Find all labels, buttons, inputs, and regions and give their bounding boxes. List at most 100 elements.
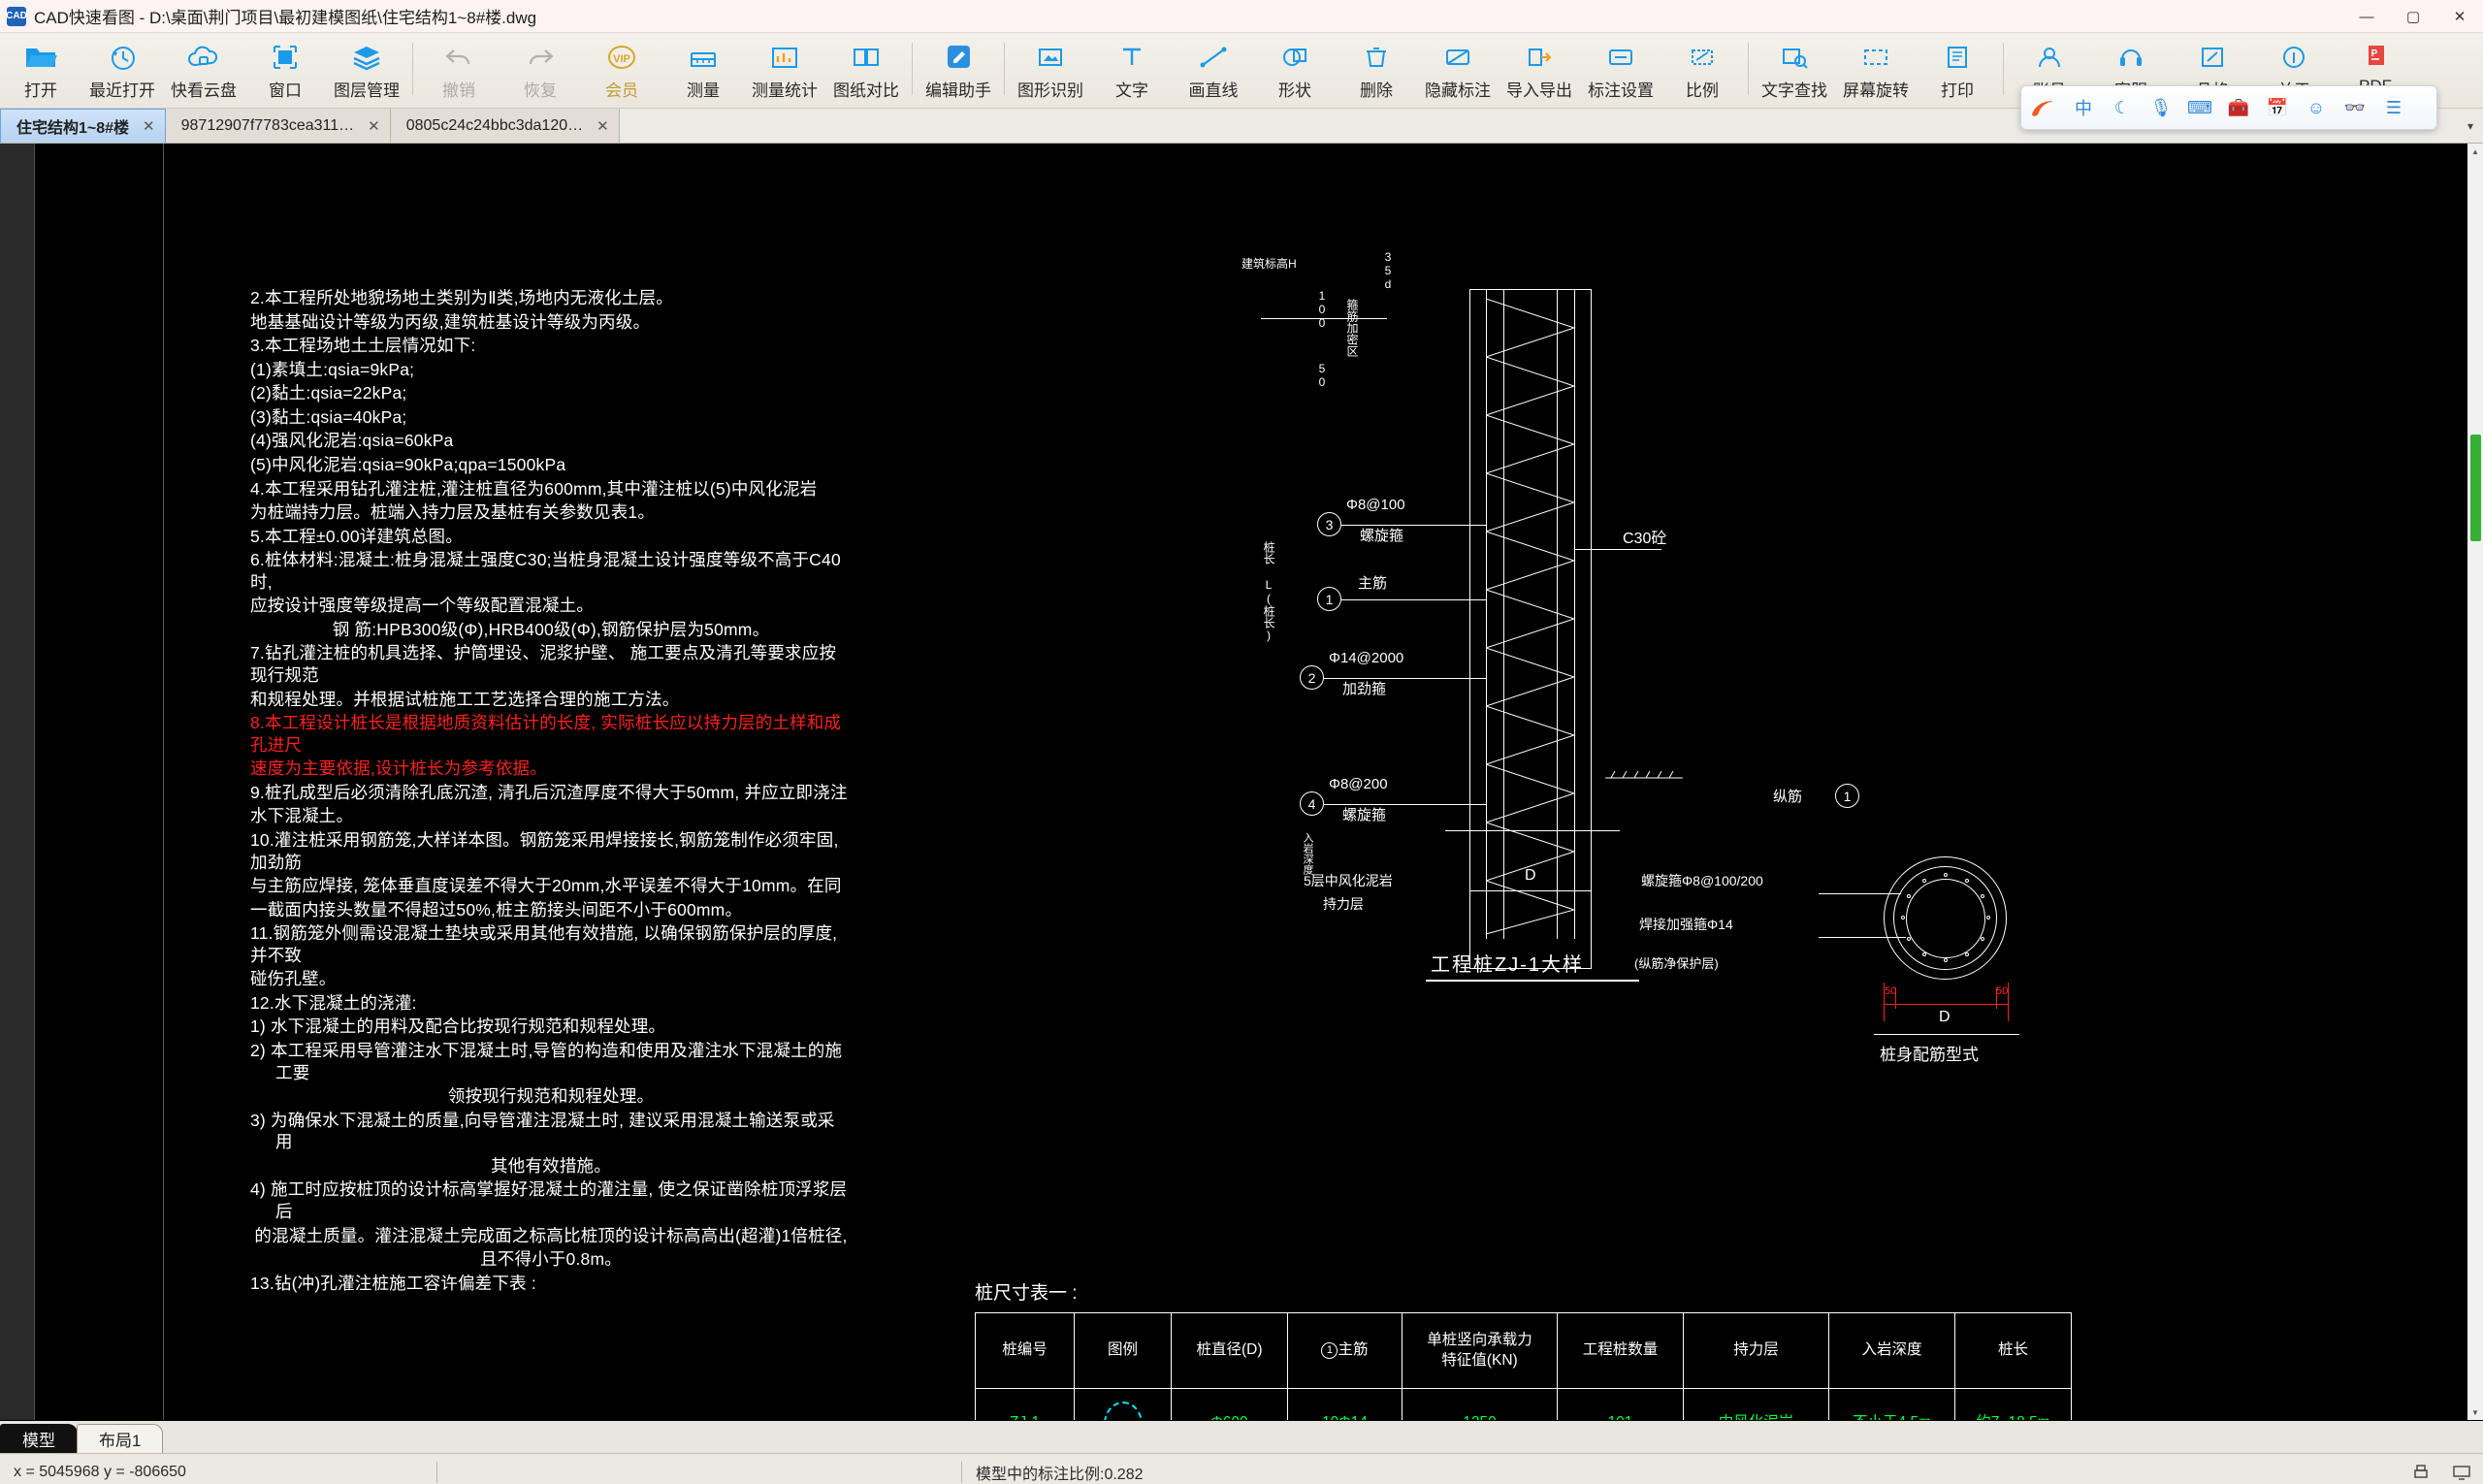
ime-chinese-toggle[interactable]: 中 bbox=[2064, 85, 2103, 130]
dim-D-label: D bbox=[1525, 867, 1536, 884]
undo-icon bbox=[443, 40, 474, 75]
rock-depth-label: 入岩深度 bbox=[1302, 832, 1313, 875]
toolbar-delete[interactable]: 删除 bbox=[1336, 33, 1417, 108]
window-controls: — ▢ ✕ bbox=[2343, 0, 2483, 33]
toolbar-scale[interactable]: 比例 bbox=[1661, 33, 1743, 108]
toolbar-measure-stats[interactable]: 测量统计 bbox=[744, 33, 825, 108]
cover-left-label: 50 bbox=[1885, 985, 1897, 997]
maximize-button[interactable]: ▢ bbox=[2390, 0, 2436, 33]
toolbar-text[interactable]: 文字 bbox=[1091, 33, 1173, 108]
toolbar-recent[interactable]: 最近打开 bbox=[81, 33, 163, 108]
sogou-logo-icon[interactable] bbox=[2021, 85, 2064, 130]
drawing-note-20: 10.灌注桩采用钢筋笼,大样详本图。钢筋笼采用焊接接长,钢筋笼制作必须牢固,加劲… bbox=[250, 829, 839, 872]
toolbar-text-search[interactable]: 文字查找 bbox=[1754, 33, 1835, 108]
section-detail-title: 桩身配筋型式 bbox=[1880, 1046, 1979, 1064]
drawing-note-2: 3.本工程场地土土层情况如下: bbox=[250, 336, 476, 356]
toolbar-vip[interactable]: VIP 会员 bbox=[581, 33, 662, 108]
toolbar-redo[interactable]: 恢复 bbox=[500, 33, 581, 108]
document-tab-0[interactable]: 住宅结构1~8#楼 ✕ bbox=[0, 109, 166, 143]
drawing-note-24: 碰伤孔壁。 bbox=[250, 969, 337, 989]
toolbar-import-export-label: 导入导出 bbox=[1506, 81, 1572, 100]
layout-tab-model[interactable]: 模型 bbox=[0, 1424, 78, 1453]
chevron-down-icon[interactable]: ▾ bbox=[2458, 109, 2483, 143]
toolbar-shape[interactable]: 形状 bbox=[1254, 33, 1336, 108]
vertical-scrollbar-thumb[interactable] bbox=[2470, 435, 2481, 541]
calendar-icon[interactable]: 📅 bbox=[2258, 85, 2297, 130]
scroll-down-arrow-icon[interactable]: ▼ bbox=[2467, 1404, 2483, 1420]
pile-section-detail: 1 纵筋 螺旋箍Φ8@100/200 焊接加强箍Φ14 (纵筋净保护层) 50 … bbox=[1634, 764, 2367, 1094]
layout-tab-layout1[interactable]: 布局1 bbox=[77, 1424, 164, 1453]
keyboard-icon[interactable]: ⌨ bbox=[2180, 85, 2219, 130]
leader-line-c30 bbox=[1574, 549, 1661, 550]
ime-moon-icon[interactable]: ☾ bbox=[2103, 85, 2142, 130]
print-icon bbox=[1943, 40, 1972, 75]
drawing-note-14: 7.钻孔灌注桩的机具选择、护筒埋设、泥浆护壁、 施工要点及清孔等要求应按现行规范 bbox=[250, 643, 837, 685]
toolbar-compare[interactable]: 图纸对比 bbox=[825, 33, 907, 108]
printer-status-icon[interactable] bbox=[2409, 1461, 2433, 1484]
vertical-scrollbar[interactable]: ▲ ▼ bbox=[2467, 144, 2483, 1420]
drawing-note-25: 12.水下混凝土的浇灌: bbox=[250, 992, 417, 1013]
status-bar: x = 5045968 y = -806650 模型中的标注比例:0.282 bbox=[0, 1453, 2483, 1484]
drawing-note-8: 4.本工程采用钻孔灌注桩,灌注桩直径为600mm,其中灌注桩以(5)中风化泥岩 bbox=[250, 478, 818, 499]
toolbar-print[interactable]: 打印 bbox=[1917, 33, 1998, 108]
toolbar-edit-assistant-label: 编辑助手 bbox=[925, 81, 991, 100]
toolbar-annotation-settings[interactable]: 标注设置 bbox=[1580, 33, 1661, 108]
toolbar-window[interactable]: 窗口 bbox=[244, 33, 326, 108]
toolbar-screen-rotate[interactable]: 屏幕旋转 bbox=[1835, 33, 1917, 108]
pile-right-edge bbox=[1591, 289, 1592, 968]
document-tab-2-close-icon[interactable]: ✕ bbox=[597, 117, 609, 135]
toolbar-edit-assistant[interactable]: 编辑助手 bbox=[918, 33, 999, 108]
toolbar-import-export[interactable]: 导入导出 bbox=[1499, 33, 1580, 108]
toolbar-shape-recognize[interactable]: 图形识别 bbox=[1010, 33, 1091, 108]
document-tab-2[interactable]: 0805c24c24bbc3da120… ✕ bbox=[390, 109, 620, 143]
toolbox-icon[interactable]: 🧰 bbox=[2219, 85, 2258, 130]
toolbar-separator-5 bbox=[2003, 43, 2004, 95]
callout-bubble-1: 1 bbox=[1317, 587, 1341, 611]
toolbar-cloud[interactable]: 快看云盘 bbox=[163, 33, 244, 108]
rebar-dot bbox=[1907, 894, 1911, 898]
toolbar-layers[interactable]: 图层管理 bbox=[326, 33, 407, 108]
toolbar-line[interactable]: 画直线 bbox=[1173, 33, 1254, 108]
monitor-status-icon[interactable] bbox=[2450, 1461, 2473, 1484]
screen-rotate-icon bbox=[1860, 40, 1891, 75]
callout-2-sub: 加劲箍 bbox=[1342, 681, 1387, 697]
cell-diameter: Φ600 bbox=[1171, 1388, 1288, 1420]
status-right-icons bbox=[2409, 1461, 2473, 1484]
compare-icon bbox=[851, 40, 882, 75]
skin-icon[interactable]: 👓 bbox=[2336, 85, 2374, 130]
stirrup-zone-label: 箍筋加密区 bbox=[1345, 299, 1359, 357]
cover-note-label: (纵筋净保护层) bbox=[1634, 956, 1719, 971]
drawing-note-30: 其他有效措施。 bbox=[491, 1155, 611, 1176]
toolbar-measure[interactable]: 测量 bbox=[662, 33, 744, 108]
drawing-note-32: 的混凝土质量。灌注混凝土完成面之标高比桩顶的设计标高高出(超灌)1倍桩径, bbox=[254, 1225, 848, 1245]
rebar-dot bbox=[1965, 879, 1969, 883]
document-tab-1-close-icon[interactable]: ✕ bbox=[368, 117, 380, 135]
cell-legend: + bbox=[1074, 1388, 1172, 1420]
toolbar-shape-recognize-label: 图形识别 bbox=[1017, 81, 1083, 100]
rebar-dot bbox=[1944, 873, 1948, 877]
mic-icon[interactable]: 🎙 bbox=[2142, 85, 2180, 130]
minimize-button[interactable]: — bbox=[2343, 0, 2390, 33]
cell-capacity: 1250 bbox=[1402, 1388, 1558, 1420]
cell-count: 101 bbox=[1557, 1388, 1684, 1420]
toolbar-open[interactable]: 打开 bbox=[0, 33, 81, 108]
drawing-note-11: 6.桩体材料:混凝土:桩身混凝土强度C30;当桩身混凝土设计强度等级不高于C40… bbox=[250, 550, 841, 592]
menu-icon[interactable]: ☰ bbox=[2374, 85, 2413, 130]
pile-elevation-detail: 建筑标高H 35d 100 50 箍筋加密区 桩长 L(桩长) 3 Φ8@100… bbox=[1242, 250, 1872, 1036]
document-tab-1[interactable]: 98712907f7783cea311… ✕ bbox=[165, 109, 391, 143]
scroll-up-arrow-icon[interactable]: ▲ bbox=[2467, 144, 2483, 159]
drawing-note-22: 一截面内接头数量不得超过50%,桩主筋接头间距不小于600mm。 bbox=[250, 899, 743, 919]
emoji-icon[interactable]: ☺ bbox=[2297, 85, 2336, 130]
document-tab-1-label: 98712907f7783cea311… bbox=[180, 116, 355, 134]
close-button[interactable]: ✕ bbox=[2436, 0, 2483, 33]
toolbar-undo[interactable]: 撤销 bbox=[418, 33, 500, 108]
inner-ring bbox=[1906, 879, 1985, 958]
pile-length-label: 桩长 L(桩长) bbox=[1262, 541, 1275, 642]
ime-toolbar[interactable]: 中 ☾ 🎙 ⌨ 🧰 📅 ☺ 👓 ☰ bbox=[2020, 85, 2437, 130]
drawing-note-12: 应按设计强度等级提高一个等级配置混凝土。 bbox=[250, 596, 594, 616]
toolbar-measure-stats-label: 测量统计 bbox=[752, 81, 818, 100]
document-tab-0-close-icon[interactable]: ✕ bbox=[143, 117, 155, 135]
drawing-canvas[interactable]: 2.本工程所处地貌场地土类别为Ⅱ类,场地内无液化土层。 地基基础设计等级为丙级,建… bbox=[0, 144, 2483, 1420]
toolbar-hide-annotation[interactable]: 隐藏标注 bbox=[1417, 33, 1499, 108]
drawing-notes-block: 2.本工程所处地貌场地土类别为Ⅱ类,场地内无液化土层。 地基基础设计等级为丙级,建… bbox=[250, 287, 852, 1296]
